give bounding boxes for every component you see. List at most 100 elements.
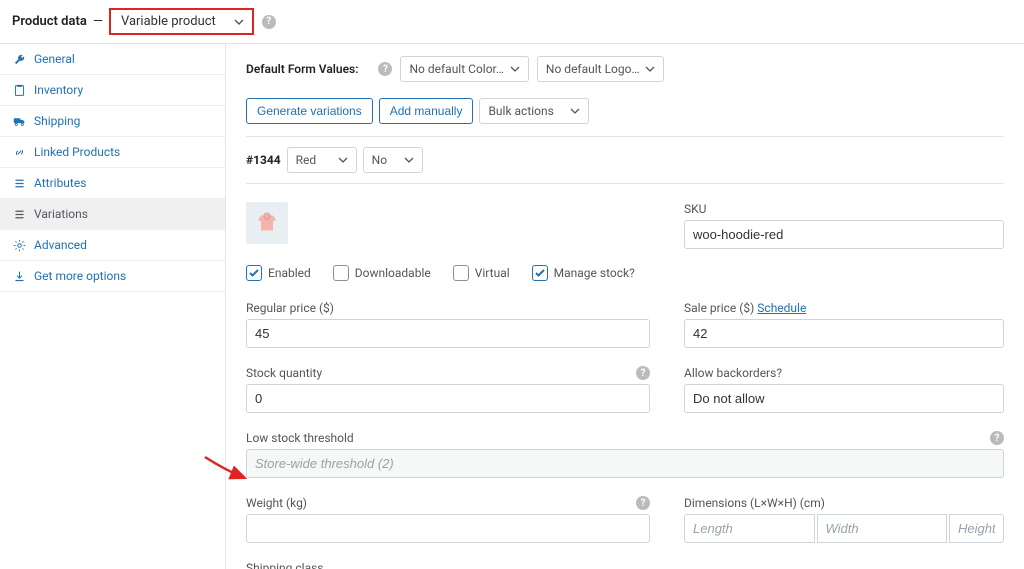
help-icon[interactable]: ?	[378, 62, 392, 76]
hoodie-icon	[252, 208, 282, 238]
sale-price-field: Sale price ($) Schedule	[684, 301, 1004, 348]
dimensions-field: Dimensions (L×W×H) (cm)	[684, 496, 1004, 543]
height-input[interactable]	[949, 514, 1004, 543]
sidebar-item-attributes[interactable]: Attributes	[0, 168, 225, 199]
sidebar-item-label: Get more options	[34, 269, 126, 283]
help-icon[interactable]: ?	[636, 496, 650, 510]
backorders-label: Allow backorders?	[684, 366, 782, 380]
variations-panel: Default Form Values: ? No default Color……	[226, 44, 1024, 569]
chevron-down-icon	[226, 13, 252, 31]
variation-attr-logo-select[interactable]: No	[363, 147, 423, 173]
sidebar-item-label: Advanced	[34, 238, 87, 252]
variation-thumbnail[interactable]	[246, 202, 288, 244]
weight-field: Weight (kg) ?	[246, 496, 650, 543]
low-stock-label: Low stock threshold	[246, 431, 354, 445]
help-icon[interactable]: ?	[636, 366, 650, 380]
variations-icon	[12, 207, 26, 221]
sidebar-item-general[interactable]: General	[0, 44, 225, 75]
sidebar-item-getmore[interactable]: Get more options	[0, 261, 225, 292]
stock-qty-field: Stock quantity ?	[246, 366, 650, 413]
sidebar-item-label: Inventory	[34, 83, 83, 97]
backorders-field: Allow backorders?	[684, 366, 1004, 413]
sidebar: General Inventory Shipping Linked Produc…	[0, 44, 226, 569]
default-form-values-label: Default Form Values:	[246, 62, 358, 76]
sku-input[interactable]	[684, 220, 1004, 249]
regular-price-input[interactable]	[246, 319, 650, 348]
virtual-label: Virtual	[475, 266, 510, 280]
sidebar-item-inventory[interactable]: Inventory	[0, 75, 225, 106]
weight-input[interactable]	[246, 514, 650, 543]
product-type-select[interactable]: Variable product	[109, 8, 254, 35]
chevron-down-icon	[510, 64, 520, 74]
default-color-value: No default Color…	[409, 62, 503, 76]
schedule-link[interactable]: Schedule	[757, 301, 806, 315]
stock-qty-input[interactable]	[246, 384, 650, 413]
link-icon	[12, 145, 26, 159]
sidebar-item-label: Variations	[34, 207, 88, 221]
dimensions-label: Dimensions (L×W×H) (cm)	[684, 496, 825, 510]
chevron-down-icon	[570, 106, 580, 116]
shipping-class-field: Shipping class Same as parent	[246, 561, 1004, 569]
chevron-down-icon	[404, 155, 414, 165]
length-input[interactable]	[684, 514, 815, 543]
sidebar-item-shipping[interactable]: Shipping	[0, 106, 225, 137]
download-icon	[12, 269, 26, 283]
sidebar-item-label: Shipping	[34, 114, 80, 128]
downloadable-checkbox[interactable]: Downloadable	[333, 265, 431, 281]
default-logo-value: No default Logo…	[546, 62, 640, 76]
regular-price-field: Regular price ($)	[246, 301, 650, 348]
variation-checkboxes: Enabled Downloadable Virtual Manage stoc…	[246, 265, 1004, 281]
list-icon	[12, 176, 26, 190]
shipping-class-label: Shipping class	[246, 561, 324, 569]
variation-body: SKU Enabled Downloadable Virtual	[246, 184, 1004, 569]
sidebar-item-label: Attributes	[34, 176, 86, 190]
add-manually-button[interactable]: Add manually	[379, 98, 474, 124]
stock-qty-label: Stock quantity	[246, 366, 322, 380]
chevron-down-icon	[645, 64, 655, 74]
default-color-select[interactable]: No default Color…	[400, 56, 528, 82]
sku-label: SKU	[684, 202, 1004, 216]
chevron-down-icon	[338, 155, 348, 165]
manage-stock-label: Manage stock?	[554, 266, 635, 280]
variation-id: #1344	[246, 153, 281, 167]
wrench-icon	[12, 52, 26, 66]
width-input[interactable]	[817, 514, 948, 543]
enabled-checkbox[interactable]: Enabled	[246, 265, 311, 281]
variation-attr-color: Red	[296, 153, 317, 167]
main-wrap: General Inventory Shipping Linked Produc…	[0, 44, 1024, 569]
product-type-value: Variable product	[111, 10, 226, 33]
weight-label: Weight (kg)	[246, 496, 307, 510]
backorders-select[interactable]	[684, 384, 1004, 413]
bulk-actions-label: Bulk actions	[488, 104, 553, 118]
variation-attr-logo: No	[372, 153, 387, 167]
generate-variations-button[interactable]: Generate variations	[246, 98, 373, 124]
downloadable-label: Downloadable	[355, 266, 431, 280]
sale-price-input[interactable]	[684, 319, 1004, 348]
clipboard-icon	[12, 83, 26, 97]
enabled-label: Enabled	[268, 266, 311, 280]
gear-icon	[12, 238, 26, 252]
sidebar-item-label: Linked Products	[34, 145, 120, 159]
sidebar-item-advanced[interactable]: Advanced	[0, 230, 225, 261]
variation-attr-color-select[interactable]: Red	[287, 147, 357, 173]
product-data-header: Product data — Variable product ?	[0, 0, 1024, 44]
variation-header[interactable]: #1344 Red No	[246, 136, 1004, 184]
low-stock-input[interactable]	[246, 449, 1004, 478]
sidebar-item-linked[interactable]: Linked Products	[0, 137, 225, 168]
regular-price-label: Regular price ($)	[246, 301, 334, 315]
low-stock-field: Low stock threshold ?	[246, 431, 1004, 478]
variation-buttons: Generate variations Add manually Bulk ac…	[246, 98, 1004, 124]
product-data-label: Product data	[12, 14, 87, 29]
help-icon[interactable]: ?	[262, 15, 276, 29]
sidebar-item-variations[interactable]: Variations	[0, 199, 225, 230]
virtual-checkbox[interactable]: Virtual	[453, 265, 510, 281]
dash: —	[93, 14, 103, 29]
manage-stock-checkbox[interactable]: Manage stock?	[532, 265, 635, 281]
default-logo-select[interactable]: No default Logo…	[537, 56, 665, 82]
default-form-values-row: Default Form Values: ? No default Color……	[246, 56, 1004, 82]
help-icon[interactable]: ?	[990, 431, 1004, 445]
sidebar-item-label: General	[34, 52, 75, 66]
sale-price-label: Sale price ($)	[684, 301, 754, 315]
bulk-actions-select[interactable]: Bulk actions	[479, 98, 589, 124]
truck-icon	[12, 114, 26, 128]
